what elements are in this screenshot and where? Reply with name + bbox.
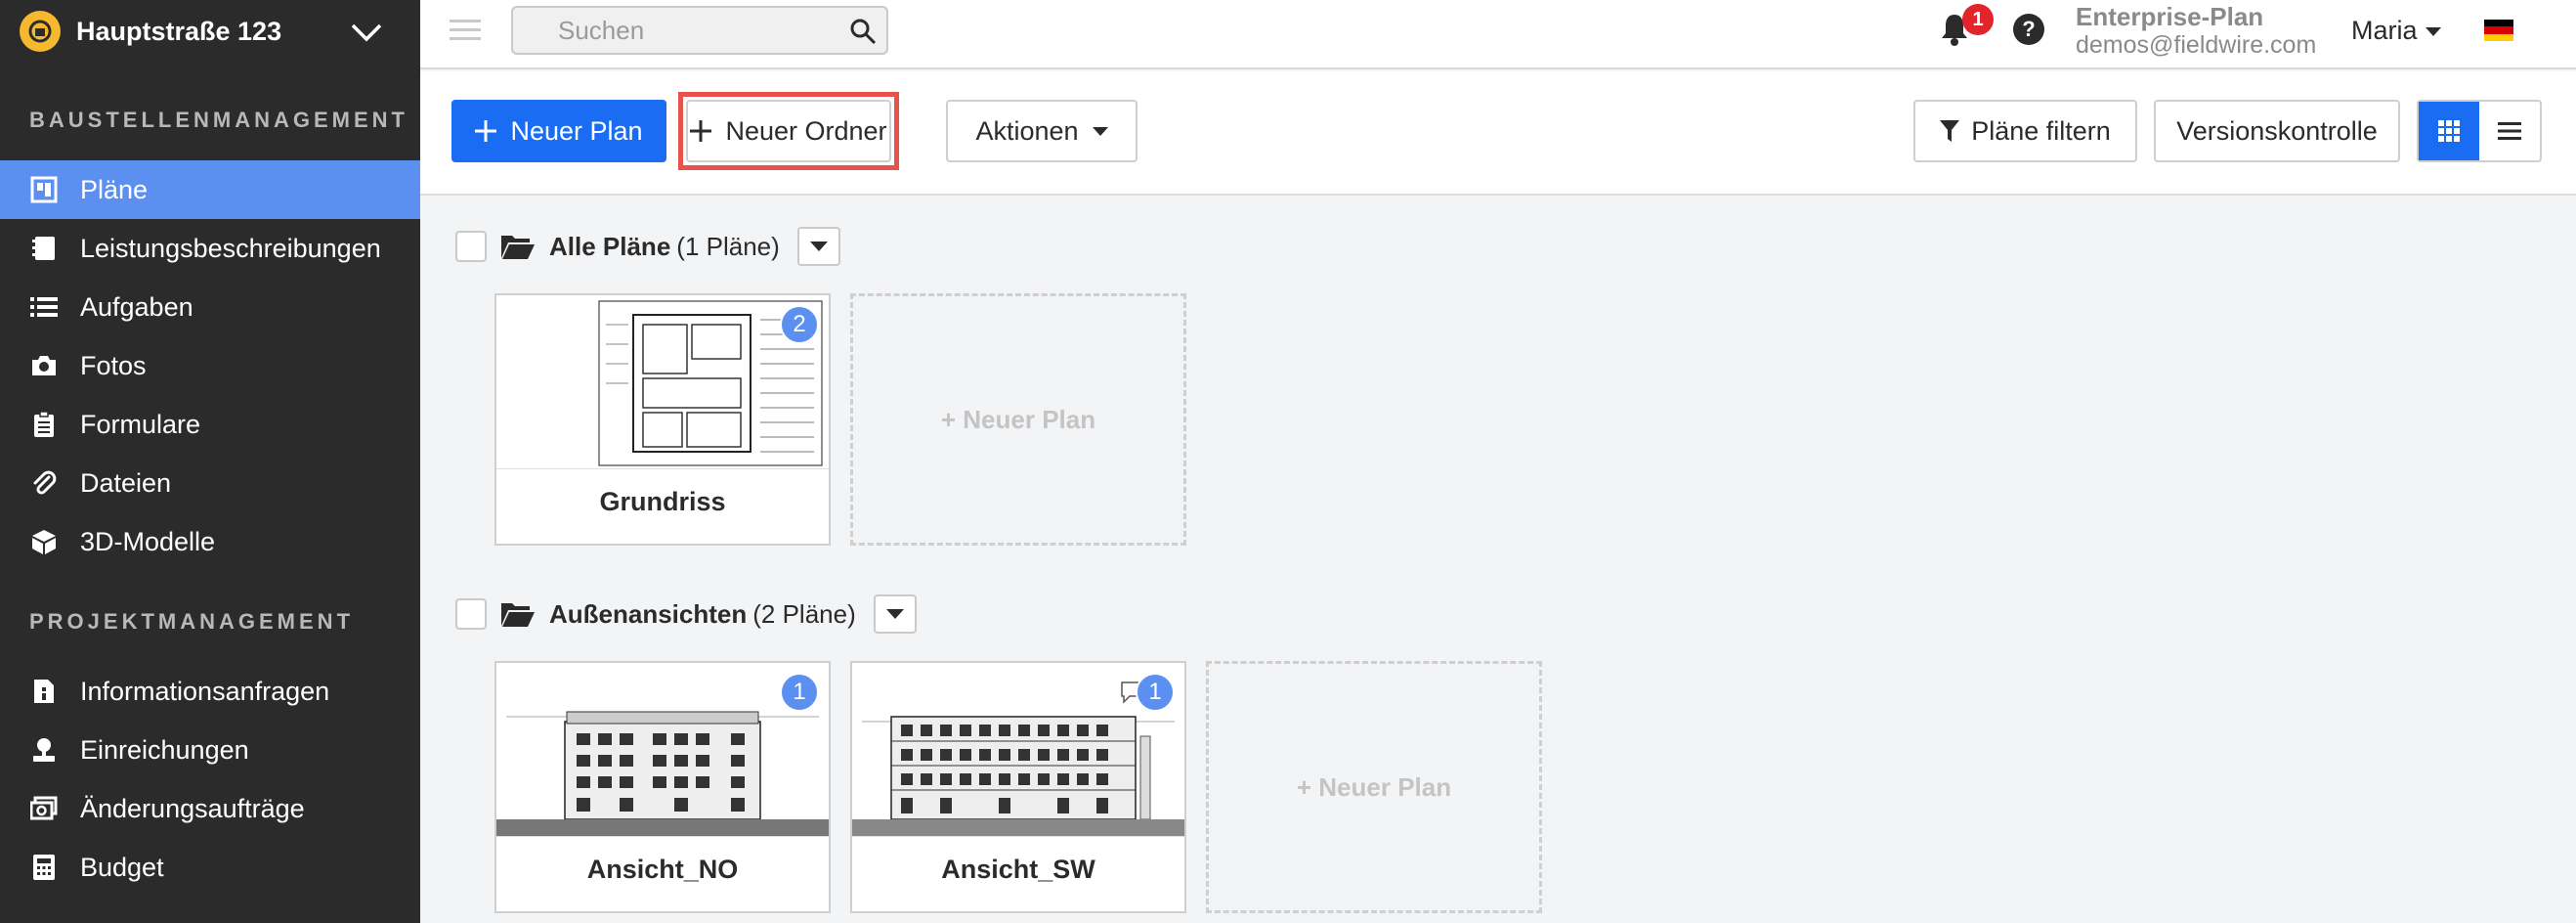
sidebar-item-budget[interactable]: Budget xyxy=(0,838,420,897)
search-input[interactable] xyxy=(513,8,886,53)
plans-icon xyxy=(29,175,59,204)
folder-options-button[interactable] xyxy=(873,594,917,634)
caret-down-icon xyxy=(885,609,904,619)
hamburger-menu-icon[interactable] xyxy=(450,18,481,43)
new-plan-button[interactable]: Neuer Plan xyxy=(451,100,666,162)
caret-down-icon xyxy=(809,242,828,251)
actions-dropdown[interactable]: Aktionen xyxy=(946,100,1138,162)
cube-icon xyxy=(29,527,59,556)
help-icon[interactable]: ? xyxy=(2013,14,2044,45)
folder-count: (1 Pläne) xyxy=(676,231,780,261)
folder-checkbox[interactable] xyxy=(455,598,487,630)
folder-checkbox[interactable] xyxy=(455,231,487,262)
folder-options-button[interactable] xyxy=(796,227,840,266)
folder-count: (2 Pläne) xyxy=(752,598,856,629)
plus-icon xyxy=(475,120,497,142)
plan-name: Grundriss xyxy=(599,487,726,516)
new-plan-card[interactable]: + Neuer Plan xyxy=(850,293,1186,546)
sidebar-item-label: Leistungsbeschreibungen xyxy=(80,233,381,263)
user-email: demos@fieldwire.com xyxy=(2076,31,2317,59)
filter-plans-button[interactable]: Pläne filtern xyxy=(1913,100,2137,162)
folder-header: Außenansichten (2 Pläne) xyxy=(455,594,917,634)
german-flag-icon[interactable] xyxy=(2484,20,2513,41)
sidebar-item-submittals[interactable]: Einreichungen xyxy=(0,721,420,779)
sidebar-item-label: Pläne xyxy=(80,174,149,204)
sidebar-item-label: Budget xyxy=(80,852,164,882)
plan-badge: 1 xyxy=(1136,673,1175,712)
folder-header: Alle Pläne (1 Pläne) xyxy=(455,227,840,266)
plan-card[interactable]: 2 Grundriss xyxy=(494,293,831,546)
user-menu[interactable]: Maria xyxy=(2351,16,2418,46)
sidebar-item-tasks[interactable]: Aufgaben xyxy=(0,278,420,336)
sidebar-item-specs[interactable]: Leistungsbeschreibungen xyxy=(0,219,420,278)
rfi-icon xyxy=(29,677,59,706)
plus-icon xyxy=(690,120,712,142)
sidebar-item-change-orders[interactable]: Änderungsaufträge xyxy=(0,779,420,838)
sidebar-item-label: Änderungsaufträge xyxy=(80,793,305,823)
folder-open-icon xyxy=(501,603,535,627)
sidebar-item-rfi[interactable]: Informationsanfragen xyxy=(0,662,420,721)
view-toggle xyxy=(2417,100,2542,162)
filter-plans-label: Pläne filtern xyxy=(1971,115,2111,146)
search-box xyxy=(511,6,888,55)
topbar: 1 ? Enterprise-Plan demos@fieldwire.com … xyxy=(420,0,2576,69)
specs-icon xyxy=(29,234,59,263)
actions-label: Aktionen xyxy=(975,115,1079,146)
sidebar-item-forms[interactable]: Formulare xyxy=(0,395,420,454)
folder-open-icon xyxy=(501,236,535,259)
project-selector[interactable]: Hauptstraße 123 xyxy=(0,0,420,63)
search-icon[interactable] xyxy=(849,18,877,45)
forms-icon xyxy=(29,410,59,439)
chevron-down-icon[interactable] xyxy=(350,18,383,45)
section-title-site: BAUSTELLENMANAGEMENT xyxy=(29,108,408,132)
plan-card[interactable]: 1 Ansicht_SW xyxy=(850,661,1186,913)
grid-icon xyxy=(2438,120,2460,142)
sidebar-item-label: Informationsanfragen xyxy=(80,676,330,706)
sidebar-item-3d-models[interactable]: 3D-Modelle xyxy=(0,512,420,571)
version-control-label: Versionskontrolle xyxy=(2176,115,2378,146)
version-control-button[interactable]: Versionskontrolle xyxy=(2154,100,2400,162)
sidebar-item-label: Dateien xyxy=(80,467,172,498)
submittal-icon xyxy=(29,735,59,765)
sidebar-item-photos[interactable]: Fotos xyxy=(0,336,420,395)
sidebar-item-label: 3D-Modelle xyxy=(80,526,216,556)
new-plan-card[interactable]: + Neuer Plan xyxy=(1206,661,1542,913)
sidebar-item-label: Formulare xyxy=(80,409,201,439)
tasks-icon xyxy=(29,292,59,322)
plan-name: Ansicht_NO xyxy=(586,855,739,884)
project-name: Hauptstraße 123 xyxy=(76,16,282,46)
grid-view-button[interactable] xyxy=(2419,102,2479,160)
sidebar-item-label: Fotos xyxy=(80,350,147,380)
folder-name[interactable]: Außenansichten xyxy=(549,599,747,630)
plan-thumbnail xyxy=(496,295,829,469)
plan-card[interactable]: 1 Ansicht_NO xyxy=(494,661,831,913)
paperclip-icon xyxy=(29,468,59,498)
new-folder-button[interactable]: Neuer Ordner xyxy=(686,100,891,162)
plan-name: Ansicht_SW xyxy=(941,855,1095,884)
caret-down-icon[interactable] xyxy=(2426,27,2441,36)
calculator-icon xyxy=(29,853,59,882)
change-order-icon xyxy=(29,794,59,823)
list-view-button[interactable] xyxy=(2479,102,2540,160)
project-logo-icon xyxy=(20,11,61,52)
filter-icon xyxy=(1940,120,1960,142)
plan-name: Enterprise-Plan xyxy=(2076,2,2264,31)
plan-badge: 1 xyxy=(780,673,819,712)
sidebar-item-files[interactable]: Dateien xyxy=(0,454,420,512)
plan-badge: 2 xyxy=(780,305,819,344)
section-title-project: PROJEKTMANAGEMENT xyxy=(29,609,355,634)
sidebar-item-label: Aufgaben xyxy=(80,291,193,322)
plan-thumbnail xyxy=(496,663,829,837)
sidebar-item-label: Einreichungen xyxy=(80,734,249,765)
list-icon xyxy=(2498,122,2521,140)
new-plan-label: Neuer Plan xyxy=(510,115,643,146)
new-folder-label: Neuer Ordner xyxy=(725,115,887,146)
sidebar-item-plans[interactable]: Pläne xyxy=(0,160,420,219)
toolbar: Neuer Plan Neuer Ordner Aktionen Pläne f… xyxy=(420,71,2576,196)
sidebar: Hauptstraße 123 BAUSTELLENMANAGEMENT Plä… xyxy=(0,0,420,923)
caret-down-icon xyxy=(1092,126,1108,136)
folder-name[interactable]: Alle Pläne xyxy=(549,232,670,262)
notification-badge: 1 xyxy=(1962,4,1994,35)
camera-icon xyxy=(29,351,59,380)
